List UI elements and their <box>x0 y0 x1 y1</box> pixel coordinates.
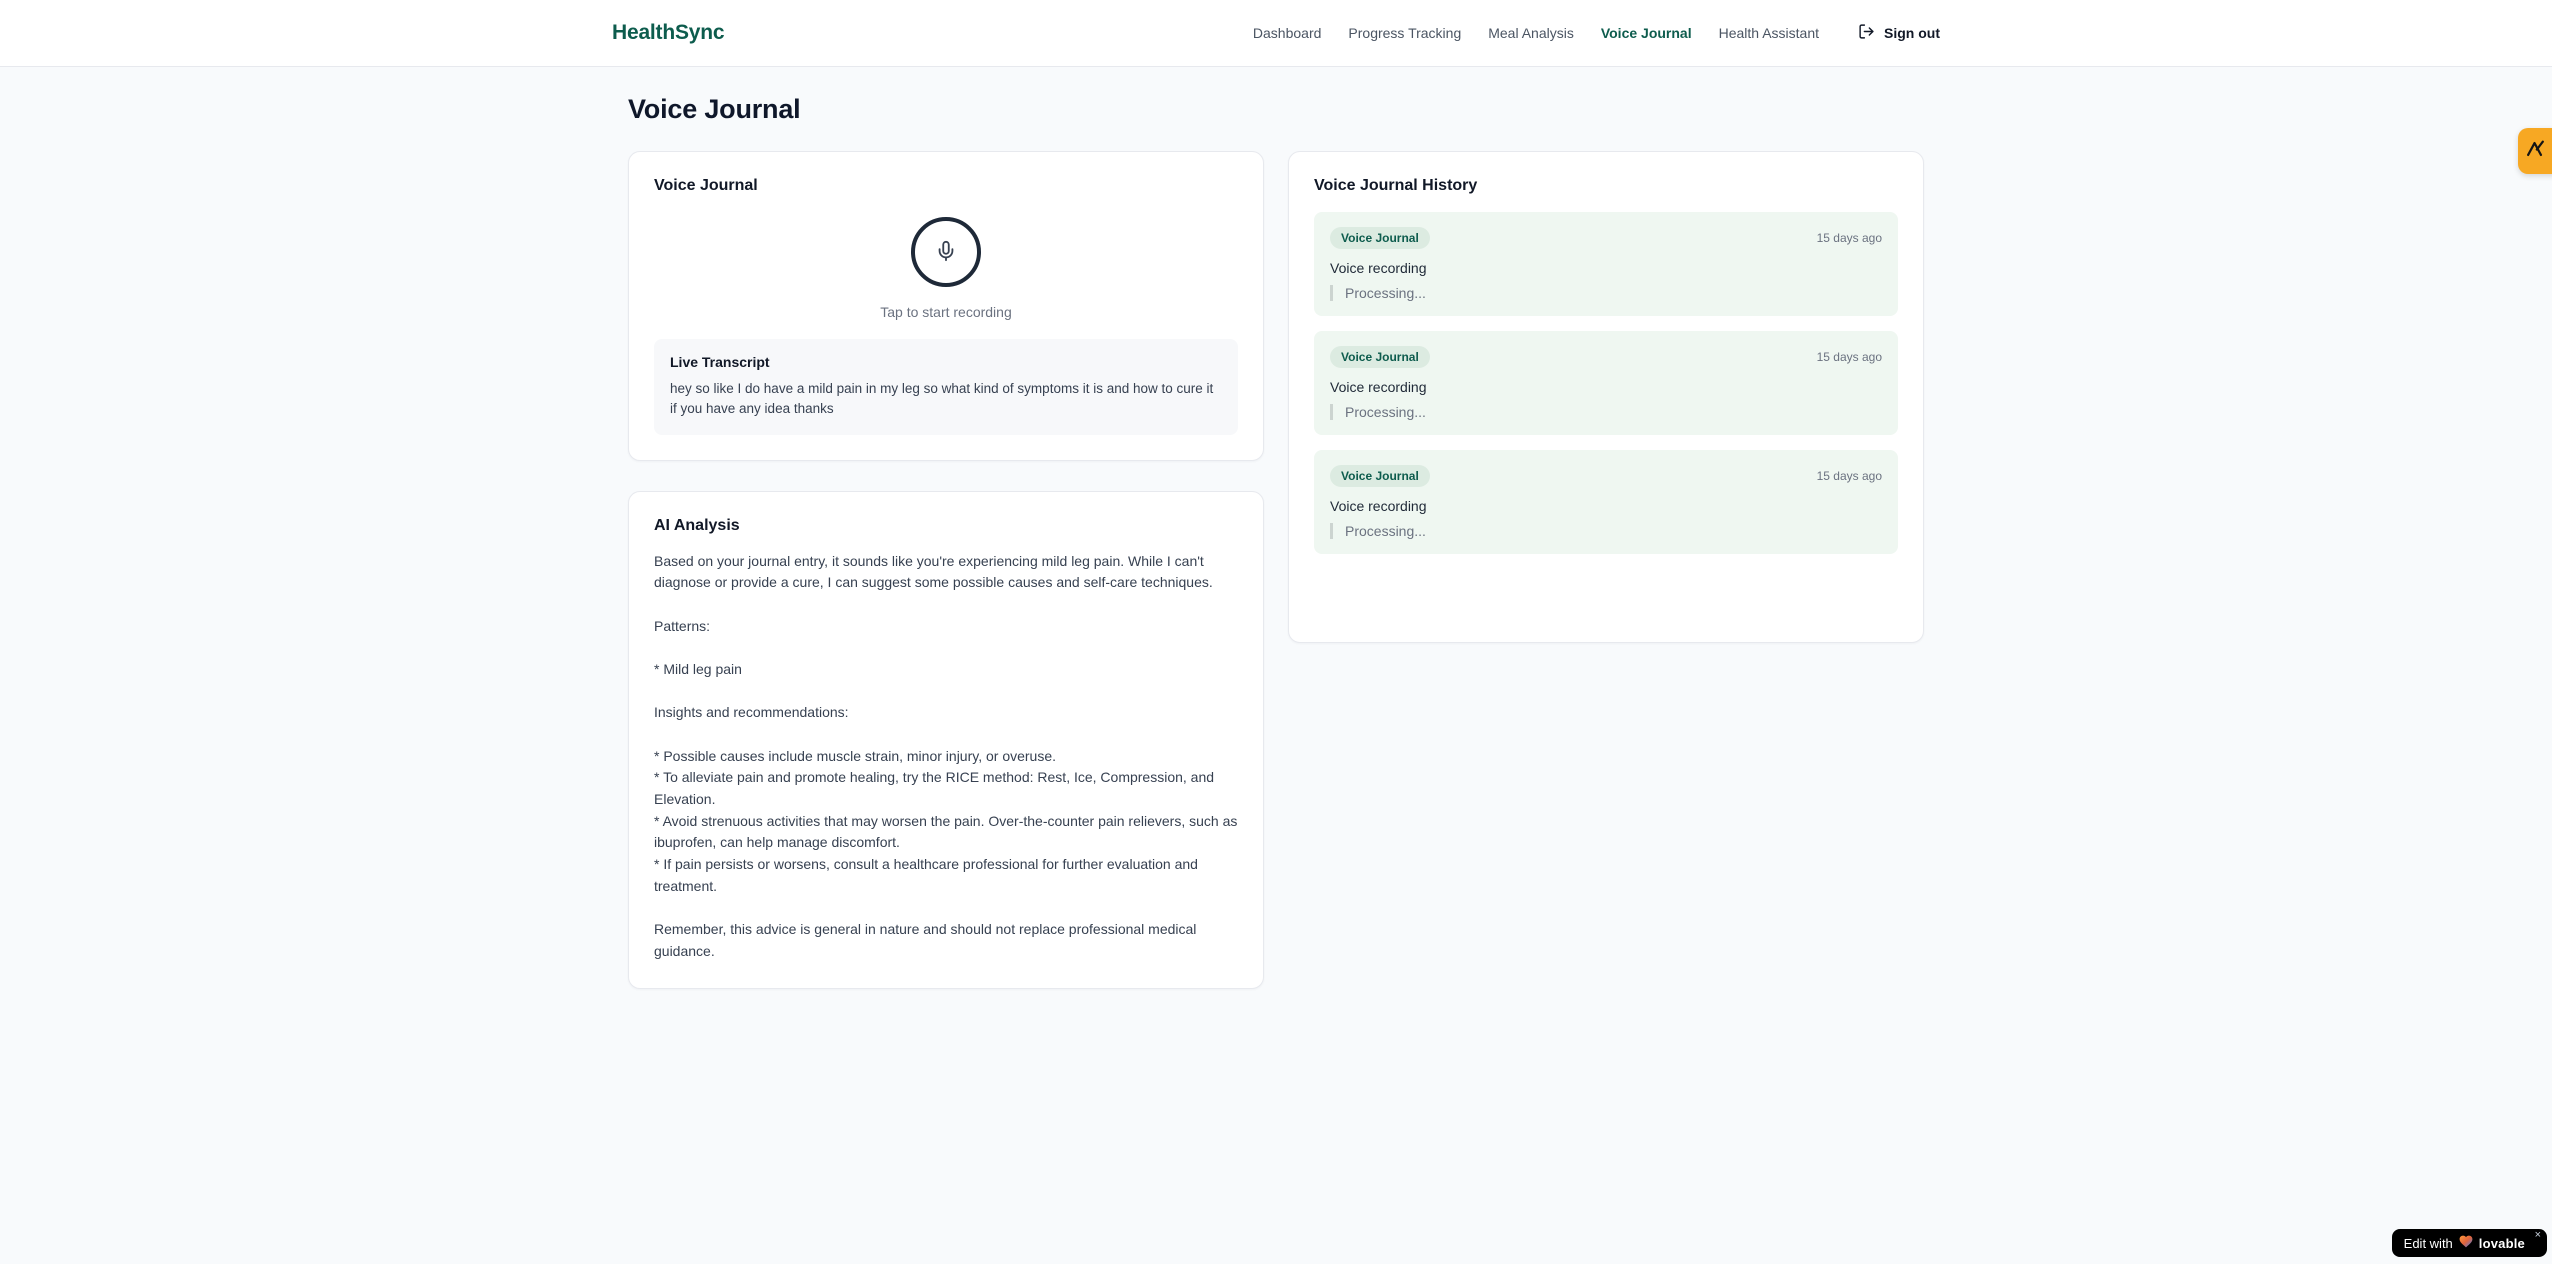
history-item[interactable]: Voice Journal 15 days ago Voice recordin… <box>1314 331 1898 435</box>
entry-type-badge: Voice Journal <box>1330 346 1430 368</box>
history-card-title: Voice Journal History <box>1314 177 1478 194</box>
entry-title: Voice recording <box>1330 260 1427 276</box>
content-grid: Voice Journal Tap to start recording Liv… <box>628 151 1924 989</box>
edit-with-lovable-badge[interactable]: Edit with lovable × <box>2391 1229 2547 1257</box>
microphone-icon <box>935 240 957 265</box>
sign-out-button[interactable]: Sign out <box>1858 23 1940 43</box>
lovable-brand-label: lovable <box>2478 1235 2525 1251</box>
live-transcript-text: hey so like I do have a mild pain in my … <box>670 381 1214 417</box>
lovable-heart-icon <box>2459 1235 2473 1251</box>
voice-recorder-card: Voice Journal Tap to start recording Liv… <box>628 151 1264 461</box>
main-nav: Dashboard Progress Tracking Meal Analysi… <box>1253 23 1940 43</box>
entry-status: Processing... <box>1330 285 1882 301</box>
ai-analysis-card: AI Analysis Based on your journal entry,… <box>628 490 1264 989</box>
nav-item-dashboard[interactable]: Dashboard <box>1253 25 1322 41</box>
entry-type-badge: Voice Journal <box>1330 465 1430 487</box>
history-item[interactable]: Voice Journal 15 days ago Voice recordin… <box>1314 212 1898 316</box>
header-inner: HealthSync Dashboard Progress Tracking M… <box>604 0 1948 66</box>
nav-item-health-assistant[interactable]: Health Assistant <box>1719 25 1819 41</box>
record-hint: Tap to start recording <box>880 304 1012 320</box>
entry-timestamp: 15 days ago <box>1816 469 1882 483</box>
right-column: Voice Journal History Voice Journal 15 d… <box>1288 151 1924 643</box>
history-list: Voice Journal 15 days ago Voice recordin… <box>1314 212 1898 554</box>
entry-timestamp: 15 days ago <box>1816 231 1882 245</box>
app-logo[interactable]: HealthSync <box>612 21 725 45</box>
nav-item-meal-analysis[interactable]: Meal Analysis <box>1488 25 1574 41</box>
history-item[interactable]: Voice Journal 15 days ago Voice recordin… <box>1314 450 1898 554</box>
nav-item-progress-tracking[interactable]: Progress Tracking <box>1348 25 1461 41</box>
entry-status: Processing... <box>1330 404 1882 420</box>
page-title: Voice Journal <box>628 94 801 124</box>
record-button[interactable] <box>911 217 981 287</box>
main-content: Voice Journal Voice Journal Tap to start… <box>628 67 1924 989</box>
side-widget-button[interactable] <box>2518 128 2552 174</box>
recorder-card-title: Voice Journal <box>654 177 758 194</box>
edit-with-label: Edit with <box>2403 1235 2453 1251</box>
entry-timestamp: 15 days ago <box>1816 350 1882 364</box>
entry-title: Voice recording <box>1330 498 1427 514</box>
log-out-icon <box>1858 23 1875 43</box>
voice-journal-history-card: Voice Journal History Voice Journal 15 d… <box>1288 151 1924 643</box>
close-icon[interactable]: × <box>2535 1230 2541 1241</box>
live-transcript-title: Live Transcript <box>670 354 770 370</box>
ai-analysis-title: AI Analysis <box>654 516 740 534</box>
left-column: Voice Journal Tap to start recording Liv… <box>628 151 1264 989</box>
entry-title: Voice recording <box>1330 379 1427 395</box>
nav-item-voice-journal[interactable]: Voice Journal <box>1601 25 1692 41</box>
top-header: HealthSync Dashboard Progress Tracking M… <box>0 0 2552 67</box>
live-transcript-box: Live Transcript hey so like I do have a … <box>654 339 1238 435</box>
entry-status: Processing... <box>1330 523 1882 539</box>
entry-type-badge: Voice Journal <box>1330 227 1430 249</box>
sign-out-label: Sign out <box>1884 25 1940 41</box>
ai-analysis-body: Based on your journal entry, it sounds l… <box>654 552 1238 959</box>
widget-logo-icon <box>2524 138 2552 165</box>
mic-area: Tap to start recording <box>654 217 1238 320</box>
